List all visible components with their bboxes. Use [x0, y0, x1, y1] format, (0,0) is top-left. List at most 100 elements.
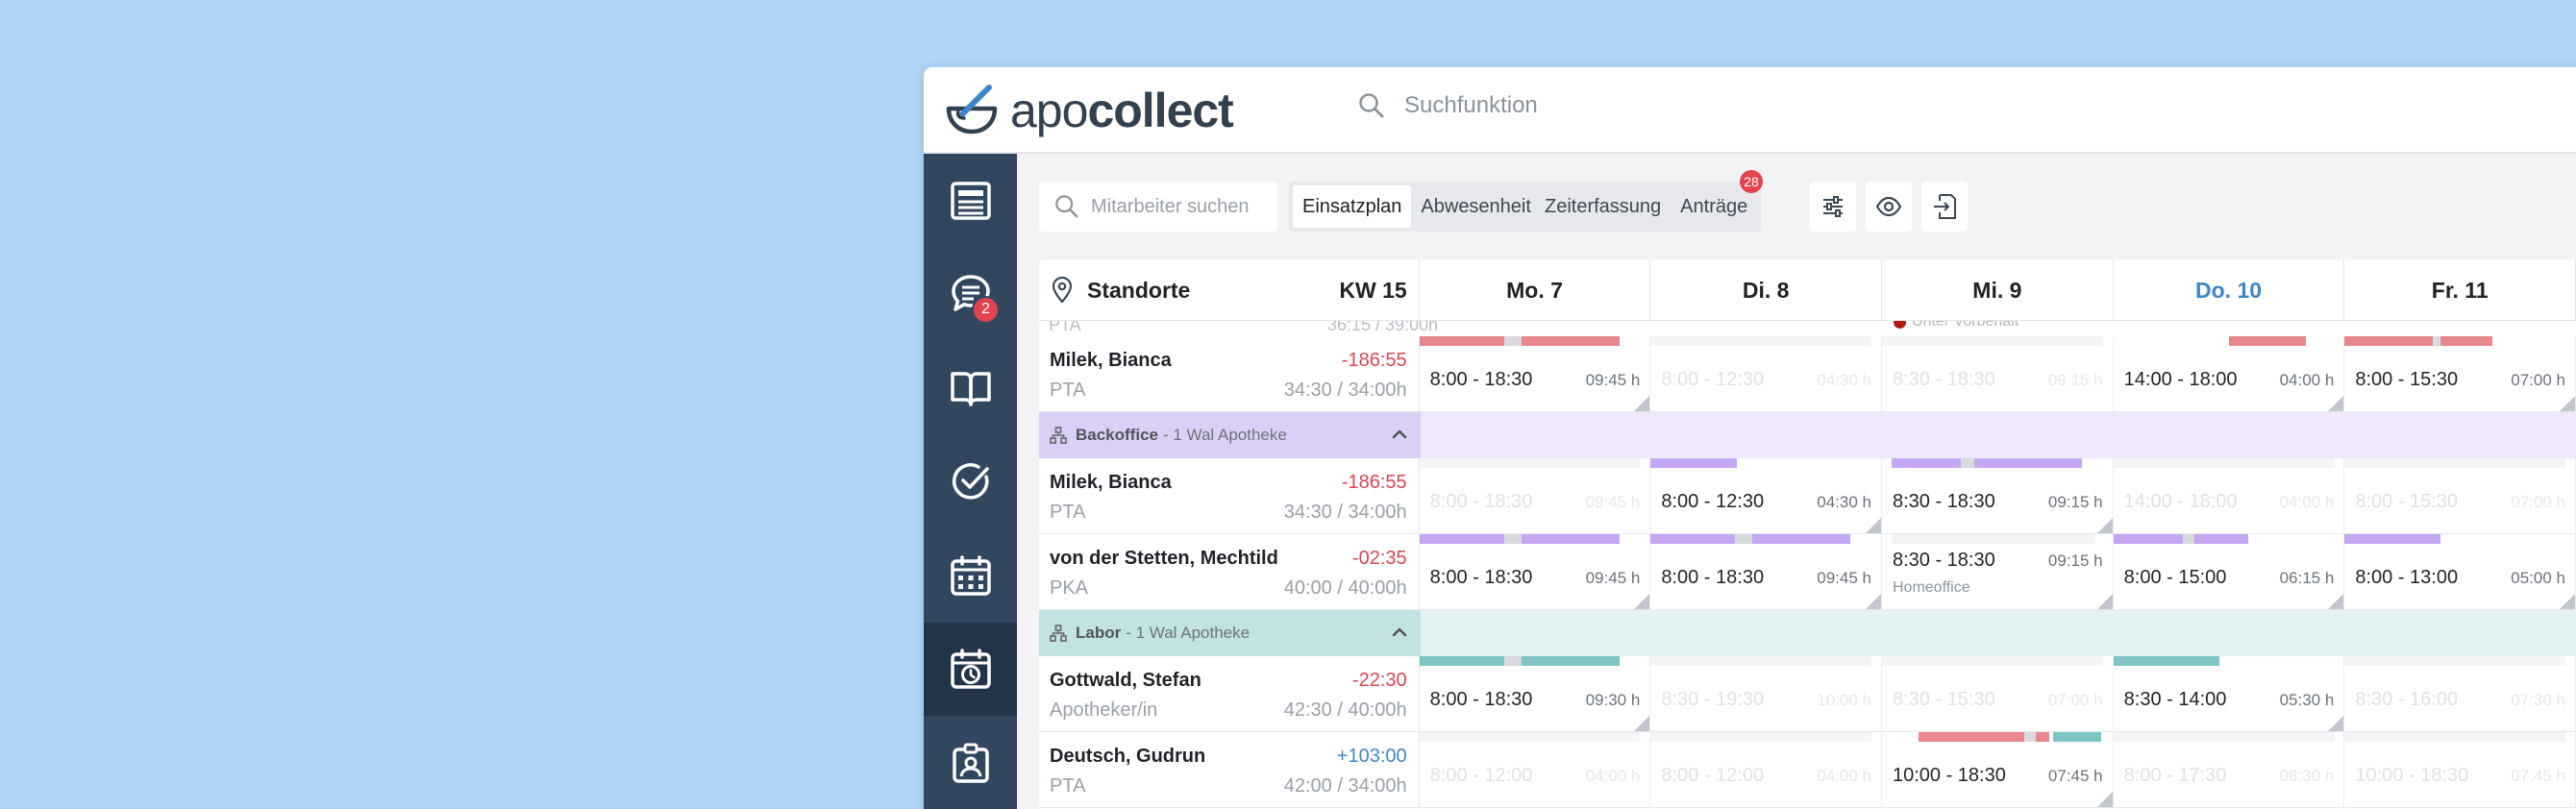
cell-resize-handle[interactable] — [2096, 594, 2113, 609]
visibility-button[interactable] — [1866, 182, 1912, 232]
cell-resize-handle[interactable] — [2328, 396, 2344, 411]
shift-cell[interactable]: 8:30 - 19:30 10:00 h — [1650, 656, 1882, 731]
group-row: Backoffice - 1 Wal Apotheke — [1039, 412, 2576, 458]
shift-time: 8:30 - 18:30 — [1892, 550, 1995, 571]
employee-balance: -02:35 — [1351, 548, 1407, 569]
sidebar-item-shift-planner[interactable] — [924, 622, 1017, 716]
shift-time: 14:00 - 18:00 — [2123, 491, 2238, 512]
shift-cell[interactable]: 8:00 - 15:00 06:15 h — [2113, 534, 2345, 609]
filter-button[interactable] — [1810, 182, 1856, 232]
shift-duration: 09:45 h — [1817, 569, 1871, 587]
sidebar-item-tasks[interactable] — [924, 435, 1017, 529]
group-header[interactable]: Backoffice - 1 Wal Apotheke — [1039, 412, 1421, 458]
shift-time: 8:30 - 15:30 — [1892, 689, 1995, 710]
collapse-group-button[interactable] — [1390, 623, 1409, 647]
employee-info[interactable]: von der Stetten, Mechtild -02:35 PKA 40:00 … — [1039, 534, 1420, 609]
export-button[interactable] — [1921, 182, 1968, 232]
employee-hours: 42:00 / 34:00h — [1283, 775, 1407, 797]
sidebar-item-calendar[interactable] — [924, 528, 1017, 623]
shift-cell[interactable]: 10:00 - 18:30 07:45 h — [1882, 732, 2114, 807]
shift-cell[interactable]: 8:30 - 16:00 07:30 h — [2344, 656, 2576, 731]
shift-duration: 09:15 h — [2047, 493, 2103, 511]
shift-cell[interactable]: 8:30 - 15:30 07:00 h — [1881, 656, 2114, 731]
shift-bar — [1419, 656, 1620, 666]
shift-bar — [2113, 534, 2248, 544]
cell-resize-handle[interactable] — [2328, 594, 2344, 609]
logo-text: apocollect — [1010, 84, 1234, 137]
sidebar-item-chat[interactable]: 2 — [924, 248, 1017, 342]
tab-zeiterfassung[interactable]: Zeiterfassung — [1535, 185, 1671, 228]
shift-cell[interactable]: 8:00 - 17:30 08:30 h — [2113, 732, 2345, 807]
shift-duration: 04:00 h — [1817, 767, 1871, 785]
employee-name: Milek, Bianca — [1050, 472, 1172, 493]
employee-name: Gottwald, Stefan — [1050, 670, 1201, 691]
sliders-icon — [1823, 196, 1843, 217]
employee-role: PKA — [1050, 577, 1089, 599]
shift-cell[interactable]: 8:30 - 18:30 09:15 h Homeoffice — [1882, 534, 2114, 609]
employee-info[interactable]: Milek, Bianca -186:55 PTA 34:30 / 34:00h — [1039, 458, 1420, 533]
time-tab-group: Zeiterfassung Anträge 28 — [1531, 170, 1763, 232]
cell-resize-handle[interactable] — [1865, 594, 1881, 609]
employee-info[interactable]: Milek, Bianca -186:55 PTA 34:30 / 34:00h — [1039, 336, 1420, 411]
tab-antraege[interactable]: Anträge — [1671, 185, 1757, 228]
shift-cell[interactable]: 8:00 - 15:30 07:00 h — [2344, 336, 2576, 411]
shift-cell[interactable]: 10:00 - 18:30 07:45 h — [2344, 732, 2576, 807]
shift-cell[interactable]: 8:00 - 12:00 04:00 h — [1650, 732, 1882, 807]
shift-cell[interactable]: 14:00 - 18:00 04:00 h — [2114, 336, 2345, 411]
shift-duration: 04:30 h — [1817, 493, 1871, 511]
shift-duration: 08:30 h — [2279, 767, 2335, 785]
sidebar-item-staff[interactable] — [924, 716, 1017, 809]
cell-resize-handle[interactable] — [2560, 396, 2575, 411]
shift-cell[interactable]: 8:00 - 18:30 09:45 h — [1419, 336, 1651, 411]
shift-bar-empty — [1419, 732, 1641, 742]
cell-resize-handle[interactable] — [1634, 396, 1650, 411]
shift-cell[interactable]: 8:00 - 12:30 04:30 h — [1650, 458, 1882, 533]
shift-cell[interactable]: 8:00 - 18:30 09:45 h — [1419, 458, 1651, 533]
shift-cell[interactable]: 8:30 - 18:30 09:15 h — [1881, 336, 2114, 411]
shift-cell[interactable]: 8:30 - 14:00 05:30 h — [2113, 656, 2345, 731]
shift-cell[interactable]: 8:00 - 12:00 04:00 h — [1419, 732, 1651, 807]
employee-row: Gottwald, Stefan -22:30 Apotheker/in 42:30 … — [1039, 656, 2576, 732]
shift-cell[interactable]: 8:00 - 18:30 09:45 h — [1419, 534, 1651, 609]
employee-info[interactable]: Gottwald, Stefan -22:30 Apotheker/in 42:30 … — [1039, 656, 1420, 731]
employee-role: PTA — [1050, 380, 1086, 401]
shift-cell[interactable]: 8:00 - 18:30 09:30 h — [1419, 656, 1651, 731]
shift-cell[interactable]: 8:00 - 13:00 05:00 h — [2344, 534, 2576, 609]
employee-hours: 40:00 / 40:00h — [1283, 577, 1407, 599]
shift-bar-empty — [2344, 732, 2566, 742]
day-header-tue: Di. 8 — [1650, 259, 1883, 321]
locations-header[interactable]: Standorte KW 15 — [1039, 259, 1420, 321]
logo[interactable]: apocollect — [945, 77, 1234, 144]
view-tab-group: Einsatzplan Abwesenheiten — [1289, 182, 1567, 232]
shift-bar-empty — [1881, 656, 2103, 666]
shift-cell[interactable]: 8:00 - 15:30 07:00 h — [2344, 458, 2576, 533]
global-search[interactable]: Suchfunktion — [1358, 92, 1538, 119]
cell-resize-handle[interactable] — [2328, 716, 2344, 731]
cell-resize-handle[interactable] — [2096, 792, 2113, 807]
sidebar-item-handbook[interactable] — [924, 341, 1017, 435]
hierarchy-icon — [1050, 625, 1067, 642]
employee-search-input[interactable]: Mitarbeiter suchen — [1039, 182, 1277, 232]
cell-resize-handle[interactable] — [1865, 518, 1881, 533]
shift-bar — [1419, 336, 1620, 346]
planner-toolbar-row: Mitarbeiter suchen Einsatzplan Abwesenhe… — [1039, 170, 2576, 232]
shift-cell[interactable]: 14:00 - 18:00 04:00 h — [2113, 458, 2345, 533]
shift-duration: 05:30 h — [2279, 691, 2335, 709]
cell-resize-handle[interactable] — [1634, 716, 1650, 731]
shift-cell[interactable]: 8:30 - 18:30 09:15 h — [1882, 458, 2114, 533]
shift-cell[interactable]: 8:00 - 12:30 04:30 h — [1650, 336, 1882, 411]
group-header[interactable]: Labor - 1 Wal Apotheke — [1039, 610, 1421, 656]
shift-duration: 04:00 h — [2279, 371, 2335, 389]
employee-info[interactable]: Deutsch, Gudrun +103:00 PTA 42:00 / 34:00h — [1039, 732, 1420, 807]
sidebar-item-news[interactable] — [924, 154, 1017, 248]
shift-time: 8:30 - 19:30 — [1661, 689, 1765, 710]
grid-header: Standorte KW 15 Mo. 7 Di. 8 Mi. 9 Do. 10… — [1039, 259, 2576, 321]
cell-resize-handle[interactable] — [1634, 594, 1650, 609]
cell-resize-handle[interactable] — [2560, 594, 2575, 609]
shift-bar — [1918, 732, 2101, 742]
shift-cell[interactable]: 8:00 - 18:30 09:45 h — [1650, 534, 1882, 609]
tab-einsatzplan[interactable]: Einsatzplan — [1293, 185, 1412, 228]
cell-resize-handle[interactable] — [2096, 518, 2113, 533]
collapse-group-button[interactable] — [1390, 425, 1409, 449]
sidebar: 2 — [924, 154, 1017, 809]
